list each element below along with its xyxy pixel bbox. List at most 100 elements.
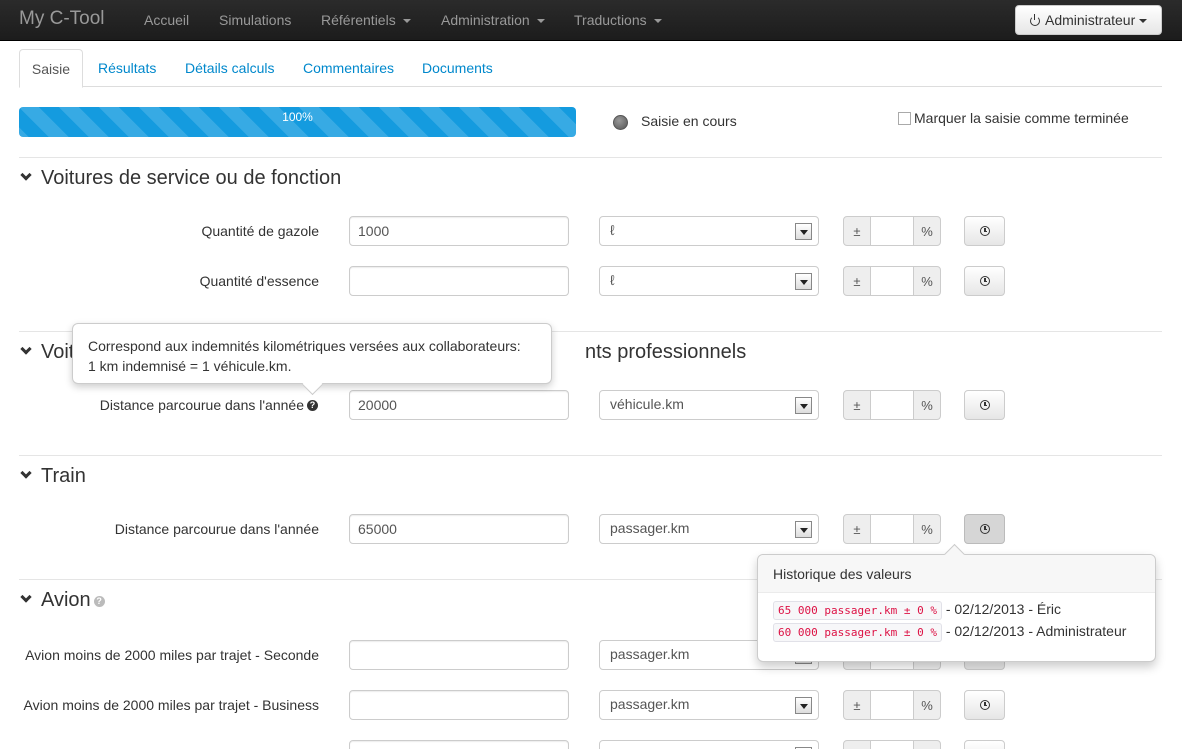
history-button-next[interactable] bbox=[964, 740, 1005, 749]
section-toggle-voitures[interactable]: Voitures de service ou de fonction bbox=[19, 167, 341, 190]
clock-icon bbox=[980, 700, 990, 710]
dropdown-arrow-icon bbox=[795, 273, 812, 290]
plus-minus-addon: ± bbox=[843, 266, 871, 296]
chevron-down-icon bbox=[20, 169, 32, 181]
unit-select-train[interactable]: passager.km bbox=[599, 514, 819, 544]
nav-label: Traductions bbox=[574, 12, 647, 28]
unit-select-next[interactable] bbox=[599, 740, 819, 749]
section-title: Avion bbox=[41, 589, 91, 611]
user-menu-label: Administrateur bbox=[1045, 12, 1136, 28]
nav-simulations[interactable]: Simulations bbox=[219, 12, 291, 28]
plus-minus-addon: ± bbox=[843, 216, 871, 246]
nav-accueil[interactable]: Accueil bbox=[144, 12, 189, 28]
chevron-down-icon bbox=[20, 343, 32, 355]
uncertainty-input-voitures-perso[interactable] bbox=[870, 390, 914, 420]
unit-select-avion-business[interactable]: passager.km bbox=[599, 690, 819, 720]
nav-referentiels-dropdown[interactable]: Référentiels bbox=[321, 12, 411, 28]
quantity-input-gazole[interactable]: 1000 bbox=[349, 216, 569, 246]
section-title-start: Voit bbox=[41, 341, 75, 363]
nav-administration-dropdown[interactable]: Administration bbox=[441, 12, 545, 28]
history-value: 60 000 passager.km ± 0 % bbox=[773, 623, 942, 642]
caret-down-icon bbox=[1139, 19, 1148, 24]
uncertainty-input-next[interactable] bbox=[870, 740, 914, 749]
chevron-down-icon bbox=[20, 591, 32, 603]
power-icon bbox=[1030, 14, 1040, 26]
caret-down-icon bbox=[536, 19, 545, 24]
distance-input-next[interactable] bbox=[349, 740, 569, 749]
unit-select-value: ℓ bbox=[610, 272, 615, 288]
tab-saisie[interactable]: Saisie bbox=[19, 49, 83, 88]
progress-bar: 100% bbox=[19, 107, 576, 137]
unit-select-value: passager.km bbox=[610, 696, 690, 712]
chevron-down-icon bbox=[20, 467, 32, 479]
section-toggle-train[interactable]: Train bbox=[19, 465, 86, 488]
popover-title: Historique des valeurs bbox=[758, 555, 1155, 593]
dropdown-arrow-icon bbox=[795, 223, 812, 240]
plus-minus-addon: ± bbox=[843, 690, 871, 720]
mark-complete-checkbox[interactable] bbox=[898, 112, 911, 125]
mark-complete-label[interactable]: Marquer la saisie comme terminée bbox=[914, 110, 1129, 126]
nav-label: Référentiels bbox=[321, 12, 396, 28]
percent-addon: % bbox=[913, 216, 941, 246]
dropdown-arrow-icon bbox=[795, 521, 812, 538]
history-button-gazole[interactable] bbox=[964, 216, 1005, 246]
quantity-input-essence[interactable] bbox=[349, 266, 569, 296]
status-indicator-icon bbox=[613, 115, 628, 130]
history-button-voitures-perso[interactable] bbox=[964, 390, 1005, 420]
uncertainty-input-train[interactable] bbox=[870, 514, 914, 544]
percent-addon: % bbox=[913, 514, 941, 544]
history-meta: - 02/12/2013 - Administrateur bbox=[941, 623, 1127, 639]
tab-documents[interactable]: Documents bbox=[422, 49, 493, 87]
distance-input-voitures-perso[interactable]: 20000 bbox=[349, 390, 569, 420]
unit-select-value: véhicule.km bbox=[610, 396, 684, 412]
unit-select-value: passager.km bbox=[610, 646, 690, 662]
dropdown-arrow-icon bbox=[795, 397, 812, 414]
history-button-avion-business[interactable] bbox=[964, 690, 1005, 720]
percent-addon bbox=[913, 740, 941, 749]
section-toggle-avion[interactable]: Avion? bbox=[19, 589, 105, 612]
dropdown-arrow-icon bbox=[795, 697, 812, 714]
caret-down-icon bbox=[653, 19, 662, 24]
clock-icon bbox=[980, 226, 990, 236]
user-menu-button[interactable]: Administrateur bbox=[1015, 5, 1162, 35]
help-tooltip: Correspond aux indemnités kilométriques … bbox=[72, 323, 552, 384]
divider bbox=[19, 157, 1162, 158]
popover-body: 65 000 passager.km ± 0 % - 02/12/2013 - … bbox=[758, 593, 1155, 653]
field-label: Quantité de gazole bbox=[201, 223, 319, 239]
section-title: Voitures de service ou de fonction bbox=[41, 167, 342, 189]
uncertainty-input-avion-business[interactable] bbox=[870, 690, 914, 720]
history-popover: Historique des valeurs 65 000 passager.k… bbox=[757, 554, 1156, 662]
unit-select-voitures-perso[interactable]: véhicule.km bbox=[599, 390, 819, 420]
help-icon[interactable]: ? bbox=[93, 596, 105, 607]
clock-icon bbox=[980, 524, 990, 534]
help-icon[interactable]: ? bbox=[307, 400, 318, 411]
history-button-train[interactable] bbox=[964, 514, 1005, 544]
section-title: Train bbox=[41, 465, 86, 487]
nav-traductions-dropdown[interactable]: Traductions bbox=[574, 12, 662, 28]
field-label: Quantité d'essence bbox=[199, 273, 319, 289]
distance-input-train[interactable]: 65000 bbox=[349, 514, 569, 544]
distance-input-avion-seconde[interactable] bbox=[349, 640, 569, 670]
history-button-essence[interactable] bbox=[964, 266, 1005, 296]
section-toggle-voitures-personnelles[interactable]: Voit bbox=[19, 341, 74, 364]
percent-addon: % bbox=[913, 690, 941, 720]
tooltip-line: Correspond aux indemnités kilométriques … bbox=[88, 338, 521, 354]
field-label: Avion moins de 2000 miles par trajet - B… bbox=[23, 697, 319, 713]
tab-details-calculs[interactable]: Détails calculs bbox=[185, 49, 274, 87]
clock-icon bbox=[980, 400, 990, 410]
field-label-text: Distance parcourue dans l'année bbox=[99, 397, 304, 413]
nav-label: Administration bbox=[441, 12, 530, 28]
distance-input-avion-business[interactable] bbox=[349, 690, 569, 720]
field-label: Distance parcourue dans l'année? bbox=[100, 397, 318, 413]
unit-select-gazole[interactable]: ℓ bbox=[599, 216, 819, 246]
uncertainty-input-essence[interactable] bbox=[870, 266, 914, 296]
unit-select-essence[interactable]: ℓ bbox=[599, 266, 819, 296]
brand-logo[interactable]: My C-Tool bbox=[19, 8, 105, 30]
field-label: Distance parcourue dans l'année bbox=[114, 521, 319, 537]
history-value: 65 000 passager.km ± 0 % bbox=[773, 601, 942, 620]
clock-icon bbox=[980, 276, 990, 286]
tab-commentaires[interactable]: Commentaires bbox=[303, 49, 394, 87]
unit-select-value: ℓ bbox=[610, 222, 615, 238]
tab-resultats[interactable]: Résultats bbox=[98, 49, 156, 87]
uncertainty-input-gazole[interactable] bbox=[870, 216, 914, 246]
